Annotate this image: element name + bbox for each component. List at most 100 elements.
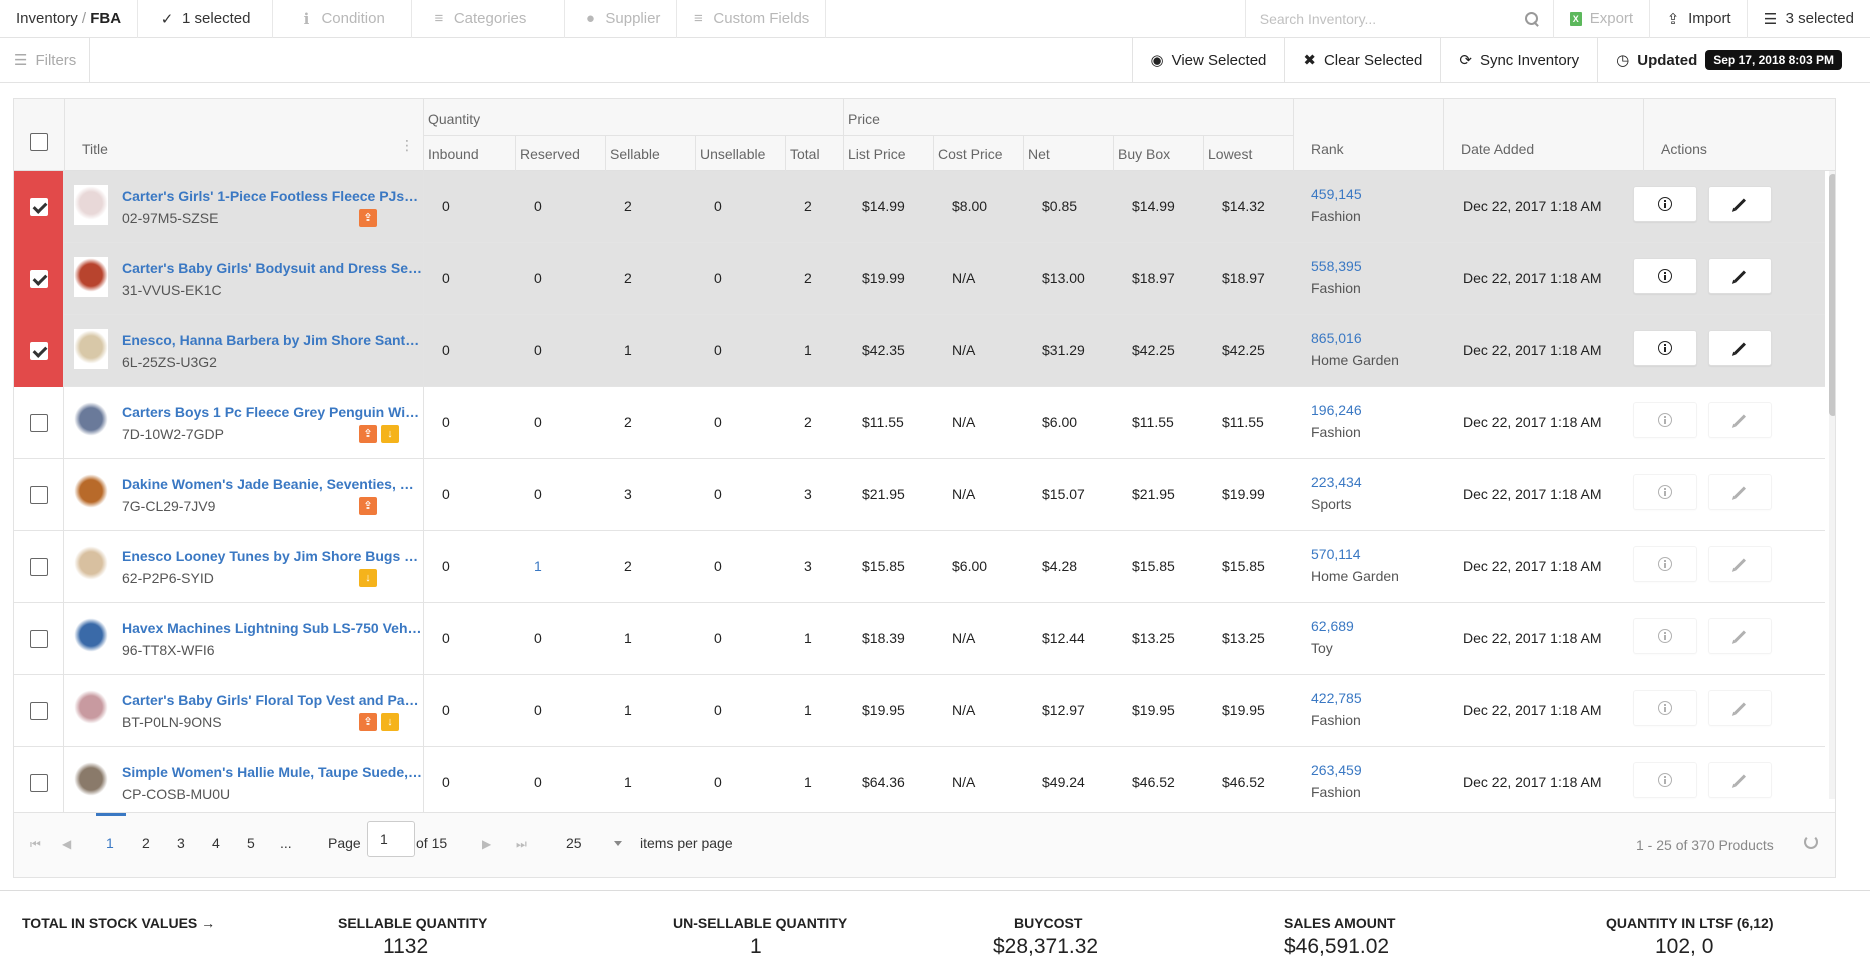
selected-count-button[interactable]: ☰ 3 selected: [1746, 0, 1870, 38]
edit-button[interactable]: [1708, 258, 1772, 294]
breadcrumb-parent[interactable]: Inventory: [16, 10, 78, 27]
info-button[interactable]: [1633, 186, 1697, 222]
view-selected-button[interactable]: ◉ View Selected: [1131, 37, 1285, 83]
column-cost-price[interactable]: Cost Price: [938, 146, 1003, 162]
last-page-icon[interactable]: ⏭: [516, 837, 527, 852]
sync-inventory-button[interactable]: ⟳ Sync Inventory: [1440, 37, 1597, 83]
column-rank[interactable]: Rank: [1311, 141, 1344, 157]
custom-fields-filter[interactable]: ≡ Custom Fields: [676, 0, 827, 38]
page-link[interactable]: 3: [177, 835, 185, 851]
column-date-added[interactable]: Date Added: [1461, 141, 1534, 157]
table-row[interactable]: Carter's Girls' 1-Piece Footless Fleece …: [14, 171, 1825, 243]
product-title-link[interactable]: Carters Boys 1 Pc Fleece Grey Penguin Wi…: [122, 404, 422, 420]
column-reserved[interactable]: Reserved: [520, 146, 580, 162]
next-page-icon[interactable]: ▶: [482, 837, 491, 851]
column-total[interactable]: Total: [790, 146, 820, 162]
vertical-scrollbar-thumb[interactable]: [1829, 174, 1835, 416]
column-lowest[interactable]: Lowest: [1208, 146, 1252, 162]
page-link[interactable]: 1: [106, 835, 114, 851]
column-buy-box[interactable]: Buy Box: [1118, 146, 1170, 162]
page-link[interactable]: 2: [142, 835, 150, 851]
table-row[interactable]: Simple Women's Hallie Mule, Taupe Suede,…: [14, 747, 1825, 819]
row-checkbox[interactable]: [29, 414, 48, 432]
column-inbound[interactable]: Inbound: [428, 146, 479, 162]
rank-link[interactable]: 196,246: [1311, 402, 1362, 418]
select-all-checkbox[interactable]: [30, 133, 48, 151]
column-unsellable[interactable]: Unsellable: [700, 146, 765, 162]
more-pages-link[interactable]: ...: [280, 835, 292, 851]
row-checkbox[interactable]: [29, 774, 48, 792]
edit-button[interactable]: [1708, 474, 1772, 510]
refresh-icon[interactable]: [1804, 835, 1818, 849]
first-page-icon[interactable]: ⏮: [30, 837, 41, 852]
table-row[interactable]: Havex Machines Lightning Sub LS-750 Vehi…: [14, 603, 1825, 675]
product-title-link[interactable]: Carter's Baby Girls' Bodysuit and Dress …: [122, 260, 422, 276]
rank-link[interactable]: 570,114: [1311, 546, 1361, 562]
supplier-filter[interactable]: ● Supplier: [564, 0, 676, 38]
table-row[interactable]: Carters Boys 1 Pc Fleece Grey Penguin Wi…: [14, 387, 1825, 459]
table-row[interactable]: Carter's Baby Girls' Bodysuit and Dress …: [14, 243, 1825, 315]
edit-button[interactable]: [1708, 618, 1772, 654]
export-button[interactable]: X Export: [1552, 0, 1649, 38]
row-checkbox[interactable]: [29, 342, 48, 360]
column-title[interactable]: Title: [82, 141, 108, 157]
per-page-select[interactable]: 25: [566, 835, 582, 851]
page-number-input[interactable]: [367, 821, 415, 857]
categories-filter[interactable]: ≡ Categories: [410, 0, 565, 38]
rank-link[interactable]: 223,434: [1311, 474, 1362, 490]
edit-button[interactable]: [1708, 546, 1772, 582]
row-checkbox[interactable]: [29, 702, 48, 720]
page-link[interactable]: 4: [212, 835, 220, 851]
info-button[interactable]: [1633, 402, 1697, 438]
edit-button[interactable]: [1708, 402, 1772, 438]
table-row[interactable]: Enesco, Hanna Barbera by Jim Shore Santa…: [14, 315, 1825, 387]
row-checkbox[interactable]: [29, 270, 48, 288]
chevron-down-icon[interactable]: [614, 841, 622, 846]
edit-button[interactable]: [1708, 690, 1772, 726]
column-sellable[interactable]: Sellable: [610, 146, 660, 162]
edit-button[interactable]: [1708, 762, 1772, 798]
row-checkbox[interactable]: [29, 486, 48, 504]
rank-link[interactable]: 865,016: [1311, 330, 1362, 346]
product-title-link[interactable]: Simple Women's Hallie Mule, Taupe Suede,…: [122, 764, 422, 780]
edit-button[interactable]: [1708, 186, 1772, 222]
info-button[interactable]: [1633, 762, 1697, 798]
product-title-link[interactable]: Dakine Women's Jade Beanie, Seventies, O…: [122, 476, 422, 492]
row-checkbox[interactable]: [29, 630, 48, 648]
search-input[interactable]: [1259, 10, 1490, 27]
clear-selected-button[interactable]: ✖ Clear Selected: [1284, 37, 1440, 83]
row-checkbox[interactable]: [29, 558, 48, 576]
filters-button[interactable]: ☰ Filters: [0, 37, 90, 83]
page-link[interactable]: 5: [247, 835, 255, 851]
info-button[interactable]: [1633, 330, 1697, 366]
table-row[interactable]: Enesco Looney Tunes by Jim Shore Bugs Bu…: [14, 531, 1825, 603]
column-menu-icon[interactable]: ⋮: [400, 137, 414, 154]
prev-page-icon[interactable]: ◀: [62, 837, 71, 851]
edit-button[interactable]: [1708, 330, 1772, 366]
info-button[interactable]: [1633, 690, 1697, 726]
info-button[interactable]: [1633, 546, 1697, 582]
product-title-link[interactable]: Enesco Looney Tunes by Jim Shore Bugs Bu…: [122, 548, 422, 564]
product-title-link[interactable]: Enesco, Hanna Barbera by Jim Shore Santa…: [122, 332, 422, 348]
info-button[interactable]: [1633, 258, 1697, 294]
table-row[interactable]: Dakine Women's Jade Beanie, Seventies, O…: [14, 459, 1825, 531]
import-button[interactable]: ⇪ Import: [1649, 0, 1747, 38]
rank-link[interactable]: 422,785: [1311, 690, 1362, 706]
rank-link[interactable]: 263,459: [1311, 762, 1362, 778]
condition-filter[interactable]: i Condition: [272, 0, 410, 38]
product-title-link[interactable]: Carter's Girls' 1-Piece Footless Fleece …: [122, 188, 422, 204]
column-list-price[interactable]: List Price: [848, 146, 906, 162]
column-net[interactable]: Net: [1028, 146, 1050, 162]
selected-toggle[interactable]: ✓ 1 selected: [137, 0, 272, 38]
table-row[interactable]: Carter's Baby Girls' Floral Top Vest and…: [14, 675, 1825, 747]
rank-link[interactable]: 558,395: [1311, 258, 1362, 274]
rank-link[interactable]: 62,689: [1311, 618, 1354, 634]
row-checkbox[interactable]: [29, 198, 48, 216]
info-button[interactable]: [1633, 474, 1697, 510]
search-icon[interactable]: [1524, 11, 1539, 26]
rank-link[interactable]: 459,145: [1311, 186, 1362, 202]
search-box[interactable]: [1244, 0, 1553, 38]
product-title-link[interactable]: Carter's Baby Girls' Floral Top Vest and…: [122, 692, 422, 708]
info-button[interactable]: [1633, 618, 1697, 654]
product-title-link[interactable]: Havex Machines Lightning Sub LS-750 Vehi…: [122, 620, 422, 636]
